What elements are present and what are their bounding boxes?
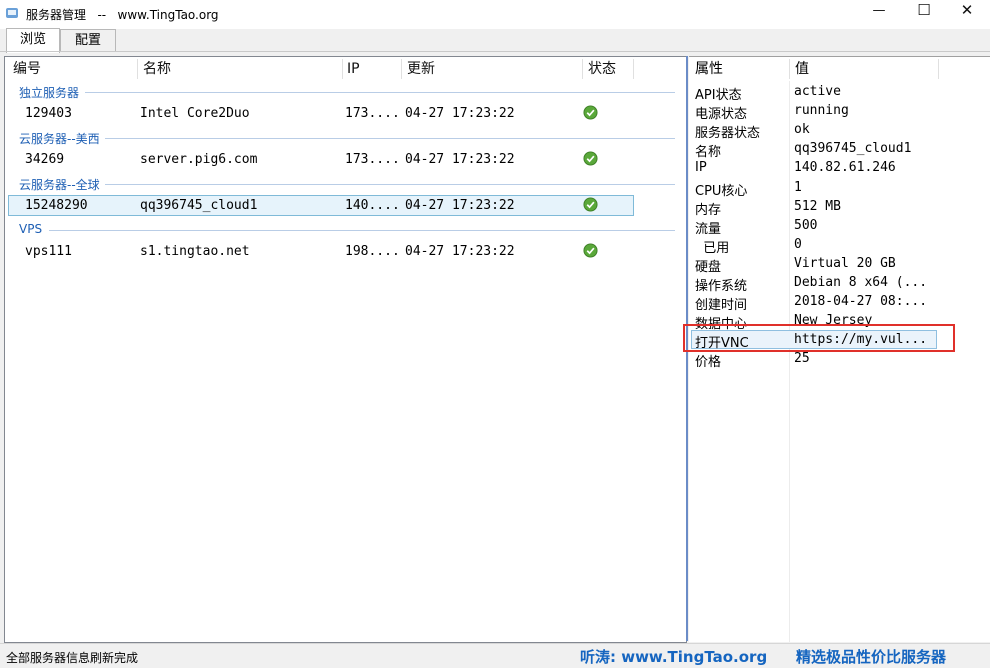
property-value: 1 <box>794 180 802 195</box>
property-value: 140.82.61.246 <box>794 160 896 175</box>
property-name: 名称 <box>695 145 722 160</box>
property-name: 创建时间 <box>695 298 748 313</box>
server-name: server.pig6.com <box>140 152 258 167</box>
server-name: Intel Core2Duo <box>140 106 250 121</box>
column-header-ip[interactable]: IP <box>347 57 360 81</box>
column-divider[interactable] <box>789 59 790 79</box>
property-name: 服务器状态 <box>695 126 761 141</box>
column-header-value[interactable]: 值 <box>795 57 809 81</box>
check-ok-icon <box>583 197 598 212</box>
property-name: API状态 <box>695 88 742 103</box>
check-ok-icon <box>583 243 598 258</box>
server-list[interactable]: 编号 名称 IP 更新 状态 独立服务器 129403 Intel Core2D… <box>4 56 687 643</box>
server-updated: 04-27 17:23:22 <box>405 152 515 167</box>
group-label-dedicated: 独立服务器 <box>19 86 80 100</box>
property-name: 价格 <box>695 355 722 370</box>
maximize-button[interactable]: ☐ <box>901 0 947 22</box>
column-header-id[interactable]: 编号 <box>13 57 41 81</box>
server-id: vps111 <box>25 244 72 259</box>
column-header-name[interactable]: 名称 <box>143 57 171 81</box>
column-divider[interactable] <box>342 59 343 79</box>
column-header-updated[interactable]: 更新 <box>407 57 435 81</box>
column-header-status[interactable]: 状态 <box>588 57 616 81</box>
group-label-cloud-us-west: 云服务器--美西 <box>19 132 100 146</box>
server-id: 129403 <box>25 106 72 121</box>
property-name: 已用 <box>695 241 730 256</box>
property-name: 电源状态 <box>695 107 748 122</box>
property-value: active <box>794 84 841 99</box>
column-divider[interactable] <box>633 59 634 79</box>
property-value: Debian 8 x64 (... <box>794 275 928 290</box>
server-ip: 140.... <box>345 198 400 213</box>
server-ip: 173.... <box>345 106 400 121</box>
group-divider <box>85 92 675 93</box>
promo-site-link[interactable]: 听涛: www.TingTao.org <box>580 646 767 667</box>
tab-divider <box>0 51 990 52</box>
property-value: Virtual 20 GB <box>794 256 896 271</box>
property-name: 内存 <box>695 203 722 218</box>
server-updated: 04-27 17:23:22 <box>405 198 515 213</box>
property-value: qq396745_cloud1 <box>794 141 912 156</box>
property-value: 512 MB <box>794 199 841 214</box>
column-header-property[interactable]: 属性 <box>695 57 723 81</box>
property-value: 0 <box>794 237 802 252</box>
property-value: 2018-04-27 08:... <box>794 294 928 309</box>
column-divider[interactable] <box>401 59 402 79</box>
status-bar: 全部服务器信息刷新完成 听涛: www.TingTao.org 精选极品性价比服… <box>0 643 990 668</box>
group-label-cloud-global: 云服务器--全球 <box>19 178 100 192</box>
server-updated: 04-27 17:23:22 <box>405 106 515 121</box>
app-icon <box>6 8 18 18</box>
group-label-vps: VPS <box>19 222 43 236</box>
property-column-divider <box>789 81 790 642</box>
property-value: running <box>794 103 849 118</box>
column-divider[interactable] <box>938 59 939 79</box>
server-id: 15248290 <box>25 198 88 213</box>
column-divider[interactable] <box>582 59 583 79</box>
promo-slogan: 精选极品性价比服务器 <box>796 648 947 666</box>
table-row-selected[interactable] <box>8 195 634 216</box>
title-bar: 服务器管理 -- www.TingTao.org — ☐ ✕ <box>0 0 990 29</box>
tab-browse[interactable]: 浏览 <box>6 28 60 53</box>
status-message: 全部服务器信息刷新完成 <box>6 651 139 665</box>
property-name: CPU核心 <box>695 184 748 199</box>
vnc-highlight-box <box>683 324 955 352</box>
group-divider <box>105 138 675 139</box>
minimize-button[interactable]: — <box>856 0 902 22</box>
server-name: qq396745_cloud1 <box>140 198 258 213</box>
column-divider[interactable] <box>137 59 138 79</box>
property-name: 硬盘 <box>695 260 722 275</box>
window-title: 服务器管理 -- www.TingTao.org <box>26 8 219 22</box>
server-name: s1.tingtao.net <box>140 244 250 259</box>
server-ip: 198.... <box>345 244 400 259</box>
server-id: 34269 <box>25 152 65 167</box>
property-name: IP <box>695 160 707 175</box>
check-ok-icon <box>583 151 598 166</box>
tab-config[interactable]: 配置 <box>60 29 116 52</box>
property-value: 500 <box>794 218 818 233</box>
property-name: 操作系统 <box>695 279 748 294</box>
property-value: ok <box>794 122 810 137</box>
group-divider <box>105 184 675 185</box>
server-updated: 04-27 17:23:22 <box>405 244 515 259</box>
server-ip: 173.... <box>345 152 400 167</box>
property-value: 25 <box>794 351 810 366</box>
close-button[interactable]: ✕ <box>944 0 990 22</box>
check-ok-icon <box>583 105 598 120</box>
property-name: 流量 <box>695 222 722 237</box>
group-divider <box>49 230 675 231</box>
